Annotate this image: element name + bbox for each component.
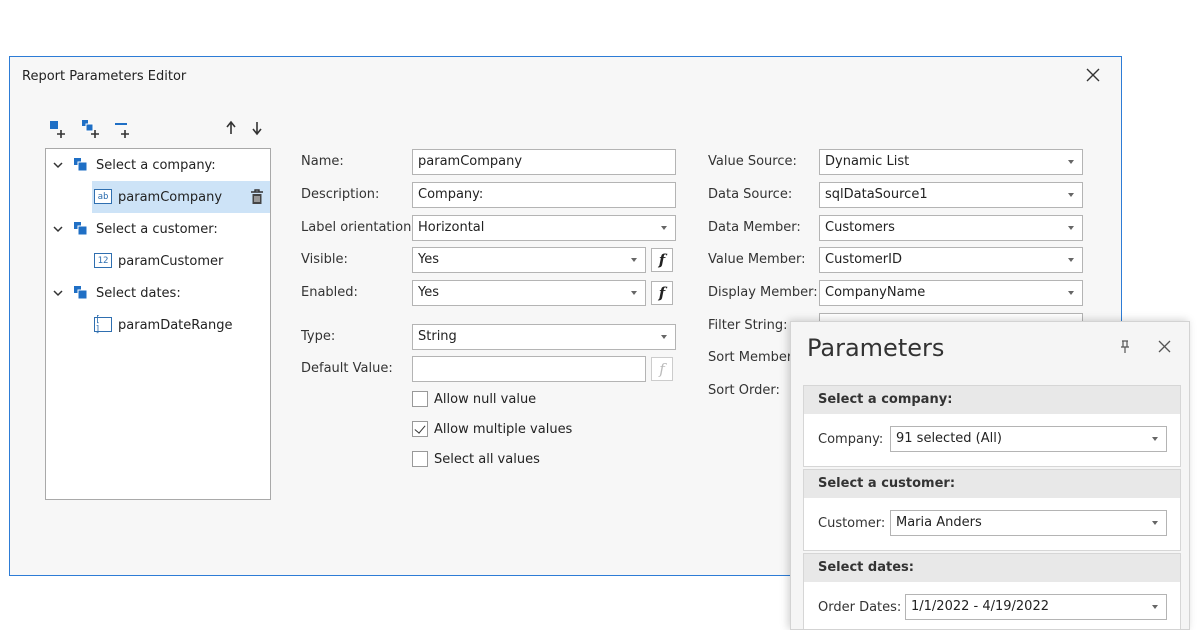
- visible-expression-button[interactable]: f: [651, 248, 673, 272]
- type-select[interactable]: String: [412, 324, 676, 350]
- name-label: Name:: [301, 154, 344, 169]
- number-type-icon: 12: [94, 253, 112, 268]
- tree-param-company[interactable]: ab paramCompany: [92, 181, 270, 213]
- visible-label: Visible:: [301, 252, 348, 267]
- chevron-down-icon[interactable]: [52, 159, 64, 171]
- value-source-select[interactable]: Dynamic List: [819, 149, 1083, 175]
- move-down-icon[interactable]: [246, 117, 268, 139]
- add-group-icon[interactable]: [80, 117, 102, 139]
- add-parameter-icon[interactable]: [48, 117, 70, 139]
- allow-null-label: Allow null value: [434, 391, 537, 407]
- company-select[interactable]: 91 selected (All): [890, 426, 1167, 452]
- checkbox-box-checked[interactable]: [412, 421, 428, 437]
- tree-group-label: Select a company:: [96, 157, 216, 173]
- panel-group-company: Select a company: Company: 91 selected (…: [803, 385, 1181, 467]
- trash-icon[interactable]: [250, 189, 264, 205]
- group-header: Select a company:: [804, 386, 1180, 414]
- filter-string-label: Filter String:: [708, 318, 788, 333]
- value-source-label: Value Source:: [708, 154, 797, 169]
- close-icon[interactable]: [1158, 340, 1171, 353]
- customer-label: Customer:: [818, 516, 886, 531]
- label-orientation-label: Label orientation:: [301, 220, 416, 235]
- panel-group-customer: Select a customer: Customer: Maria Ander…: [803, 469, 1181, 551]
- date-range-type-icon: [ ]: [94, 315, 112, 335]
- parameter-tree[interactable]: Select a company: ab paramCompany Select…: [45, 148, 271, 500]
- add-separator-icon[interactable]: [112, 117, 134, 139]
- tree-param-label: paramDateRange: [118, 317, 233, 333]
- order-dates-select[interactable]: 1/1/2022 - 4/19/2022: [905, 594, 1167, 620]
- tree-param-daterange[interactable]: [ ] paramDateRange: [46, 309, 270, 341]
- pin-icon[interactable]: [1119, 340, 1131, 354]
- tree-group-dates[interactable]: Select dates:: [46, 277, 270, 309]
- company-label: Company:: [818, 432, 884, 447]
- tree-param-label: paramCompany: [118, 189, 223, 205]
- display-member-select[interactable]: CompanyName: [819, 280, 1083, 306]
- tree-param-customer[interactable]: 12 paramCustomer: [46, 245, 270, 277]
- default-value-label: Default Value:: [301, 361, 393, 376]
- select-all-label: Select all values: [434, 451, 540, 467]
- panel-title: Parameters: [807, 334, 945, 362]
- default-value-field[interactable]: [412, 356, 646, 382]
- enabled-label: Enabled:: [301, 285, 358, 300]
- default-value-expression-button: f: [651, 357, 673, 381]
- tree-group-label: Select dates:: [96, 285, 181, 301]
- value-member-label: Value Member:: [708, 252, 806, 267]
- dialog-title: Report Parameters Editor: [22, 69, 187, 84]
- tree-group-label: Select a customer:: [96, 221, 218, 237]
- group-header: Select dates:: [804, 554, 1180, 582]
- chevron-down-icon[interactable]: [52, 287, 64, 299]
- enabled-expression-button[interactable]: f: [651, 281, 673, 305]
- tree-param-label: paramCustomer: [118, 253, 224, 269]
- parameters-panel: Parameters Select a company: Company: 91…: [790, 321, 1190, 630]
- group-header: Select a customer:: [804, 470, 1180, 498]
- data-source-label: Data Source:: [708, 187, 793, 202]
- move-up-icon[interactable]: [220, 117, 242, 139]
- display-member-label: Display Member:: [708, 285, 818, 300]
- tree-group-company[interactable]: Select a company:: [46, 149, 270, 181]
- enabled-select[interactable]: Yes: [412, 280, 646, 306]
- data-source-select[interactable]: sqlDataSource1: [819, 182, 1083, 208]
- type-label: Type:: [301, 329, 336, 344]
- string-type-icon: ab: [94, 189, 112, 204]
- checkbox-box[interactable]: [412, 391, 428, 407]
- order-dates-label: Order Dates:: [818, 600, 902, 615]
- group-icon: [74, 158, 88, 172]
- sort-member-label: Sort Member:: [708, 350, 797, 365]
- sort-order-label: Sort Order:: [708, 383, 780, 398]
- allow-multiple-label: Allow multiple values: [434, 421, 573, 437]
- chevron-down-icon[interactable]: [52, 223, 64, 235]
- group-icon: [74, 286, 88, 300]
- visible-select[interactable]: Yes: [412, 247, 646, 273]
- data-member-label: Data Member:: [708, 220, 801, 235]
- close-icon[interactable]: [1085, 67, 1101, 83]
- allow-null-checkbox[interactable]: Allow null value: [412, 391, 536, 407]
- group-icon: [74, 222, 88, 236]
- panel-group-dates: Select dates: Order Dates: 1/1/2022 - 4/…: [803, 553, 1181, 629]
- select-all-checkbox[interactable]: Select all values: [412, 451, 540, 467]
- checkbox-box[interactable]: [412, 451, 428, 467]
- customer-select[interactable]: Maria Anders: [890, 510, 1167, 536]
- value-member-select[interactable]: CustomerID: [819, 247, 1083, 273]
- description-label: Description:: [301, 187, 380, 202]
- description-field[interactable]: Company:: [412, 182, 676, 208]
- data-member-select[interactable]: Customers: [819, 215, 1083, 241]
- label-orientation-select[interactable]: Horizontal: [412, 215, 676, 241]
- name-field[interactable]: paramCompany: [412, 149, 676, 175]
- tree-group-customer[interactable]: Select a customer:: [46, 213, 270, 245]
- allow-multiple-checkbox[interactable]: Allow multiple values: [412, 421, 572, 437]
